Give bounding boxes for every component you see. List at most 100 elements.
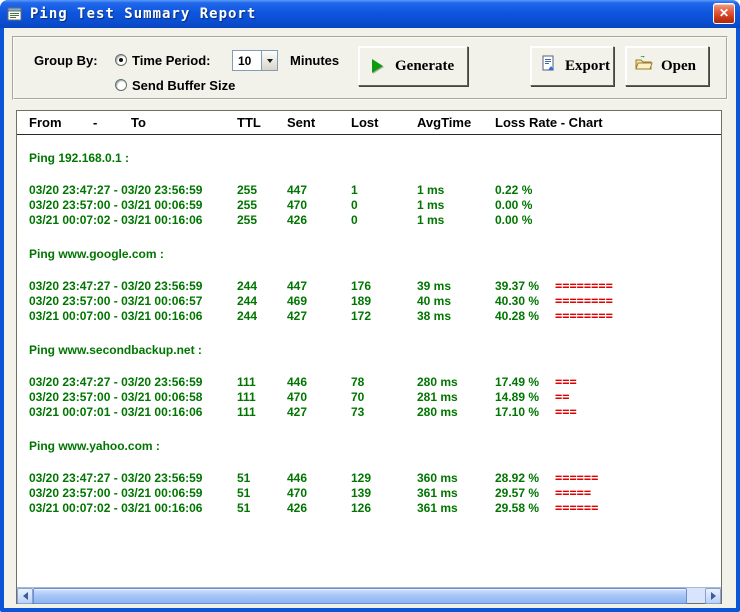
time-period-radio[interactable] [115, 54, 127, 66]
cell-lost: 139 [351, 486, 371, 500]
cell-avg: 281 ms [417, 390, 458, 404]
cell-avg: 1 ms [417, 213, 444, 227]
cell-ttl: 51 [237, 486, 250, 500]
cell-chart: === [555, 375, 577, 389]
cell-ttl: 51 [237, 471, 250, 485]
cell-ttl: 255 [237, 183, 257, 197]
cell-loss: 0.00 % [495, 198, 532, 212]
scroll-right-icon [711, 592, 716, 600]
cell-period: 03/20 23:47:27 - 03/20 23:56:59 [29, 183, 202, 197]
cell-avg: 1 ms [417, 198, 444, 212]
report-row: 03/20 23:47:27 - 03/20 23:56:59 111 446 78 2… [17, 375, 721, 390]
cell-chart: ======== [555, 294, 613, 308]
cell-period: 03/20 23:47:27 - 03/20 23:56:59 [29, 375, 202, 389]
cell-ttl: 111 [237, 390, 256, 404]
cell-sent: 427 [287, 309, 307, 323]
export-icon [540, 55, 557, 77]
cell-ttl: 111 [237, 405, 256, 419]
export-button[interactable]: Export [530, 46, 614, 86]
cell-loss: 17.49 % [495, 375, 539, 389]
titlebar[interactable]: Ping Test Summary Report ✕ [0, 0, 740, 28]
close-icon: ✕ [719, 6, 729, 20]
cell-period: 03/20 23:57:00 - 03/21 00:06:59 [29, 198, 202, 212]
cell-loss: 40.28 % [495, 309, 539, 323]
scroll-right-button[interactable] [705, 588, 721, 604]
send-buffer-radio[interactable] [115, 79, 127, 91]
cell-avg: 1 ms [417, 183, 444, 197]
cell-sent: 469 [287, 294, 307, 308]
cell-sent: 427 [287, 405, 307, 419]
cell-period: 03/20 23:57:00 - 03/21 00:06:57 [29, 294, 202, 308]
cell-avg: 280 ms [417, 375, 458, 389]
cell-ttl: 51 [237, 501, 250, 515]
cell-lost: 73 [351, 405, 364, 419]
ping-section-title: Ping www.secondbackup.net : [29, 343, 202, 358]
generate-button[interactable]: Generate [358, 46, 468, 86]
cell-avg: 40 ms [417, 294, 451, 308]
cell-lost: 172 [351, 309, 371, 323]
report-row: 03/20 23:47:27 - 03/20 23:56:5925544711 … [17, 183, 721, 198]
cell-loss: 28.92 % [495, 471, 539, 485]
report-row: 03/20 23:47:27 - 03/20 23:56:59244447176… [17, 279, 721, 294]
scrollbar-thumb[interactable] [33, 588, 687, 604]
cell-lost: 70 [351, 390, 364, 404]
open-button[interactable]: Open [625, 46, 709, 86]
cell-period: 03/21 00:07:02 - 03/21 00:16:06 [29, 213, 202, 227]
cell-ttl: 255 [237, 198, 257, 212]
cell-loss: 39.37 % [495, 279, 539, 293]
cell-period: 03/21 00:07:00 - 03/21 00:16:06 [29, 309, 202, 323]
report-panel: From - To TTL Sent Lost AvgTime Loss Rat… [16, 110, 722, 604]
cell-sent: 447 [287, 183, 307, 197]
report-row: 03/20 23:47:27 - 03/20 23:56:59514461293… [17, 471, 721, 486]
cell-period: 03/21 00:07:01 - 03/21 00:16:06 [29, 405, 202, 419]
report-row: 03/20 23:57:00 - 03/21 00:06:59 255 470 0 1 … [17, 198, 721, 213]
cell-loss: 29.57 % [495, 486, 539, 500]
cell-ttl: 111 [237, 375, 256, 389]
horizontal-scrollbar[interactable] [17, 587, 721, 603]
cell-sent: 470 [287, 390, 307, 404]
cell-lost: 189 [351, 294, 371, 308]
cell-sent: 426 [287, 501, 307, 515]
cell-lost: 0 [351, 213, 358, 227]
cell-avg: 38 ms [417, 309, 451, 323]
cell-lost: 78 [351, 375, 364, 389]
content-area: Group By: Time Period: 10 Minutes Send B… [4, 28, 736, 608]
cell-avg: 280 ms [417, 405, 458, 419]
window-title: Ping Test Summary Report [30, 6, 256, 22]
cell-avg: 361 ms [417, 486, 458, 500]
report-row: 03/20 23:57:00 - 03/21 00:06:59 51 470 139 3… [17, 486, 721, 501]
combo-dropdown-button[interactable] [261, 51, 277, 70]
cell-loss: 0.22 % [495, 183, 532, 197]
window-icon[interactable] [7, 6, 23, 22]
cell-chart: ====== [555, 501, 598, 515]
report-body: Ping 192.168.0.1 : 03/20 23:47:27 - 03/20… [17, 111, 721, 587]
scroll-left-button[interactable] [17, 588, 33, 604]
report-row: 03/21 00:07:02 - 03/21 00:16:0625542601 … [17, 213, 721, 228]
cell-chart: === [555, 405, 577, 419]
chevron-down-icon [267, 59, 273, 63]
cell-avg: 361 ms [417, 501, 458, 515]
play-icon [372, 59, 383, 73]
open-button-label: Open [661, 58, 696, 75]
cell-sent: 446 [287, 375, 307, 389]
cell-ttl: 244 [237, 279, 257, 293]
report-row: 03/21 00:07:01 - 03/21 00:16:06 111 427 73 2… [17, 405, 721, 420]
cell-period: 03/20 23:57:00 - 03/21 00:06:59 [29, 486, 202, 500]
cell-period: 03/20 23:47:27 - 03/20 23:56:59 [29, 279, 202, 293]
close-button[interactable]: ✕ [713, 3, 735, 24]
cell-chart: ====== [555, 471, 598, 485]
ping-section-title: Ping 192.168.0.1 : [29, 151, 129, 166]
cell-avg: 39 ms [417, 279, 451, 293]
cell-period: 03/20 23:57:00 - 03/21 00:06:58 [29, 390, 202, 404]
report-row: 03/21 00:07:02 - 03/21 00:16:06514261263… [17, 501, 721, 516]
cell-lost: 126 [351, 501, 371, 515]
cell-sent: 470 [287, 486, 307, 500]
period-combobox[interactable]: 10 [232, 50, 278, 71]
cell-avg: 360 ms [417, 471, 458, 485]
generate-button-label: Generate [395, 58, 454, 75]
cell-lost: 0 [351, 198, 358, 212]
cell-sent: 470 [287, 198, 307, 212]
time-period-label: Time Period: [132, 53, 211, 68]
minutes-label: Minutes [290, 53, 339, 68]
scroll-left-icon [23, 592, 28, 600]
